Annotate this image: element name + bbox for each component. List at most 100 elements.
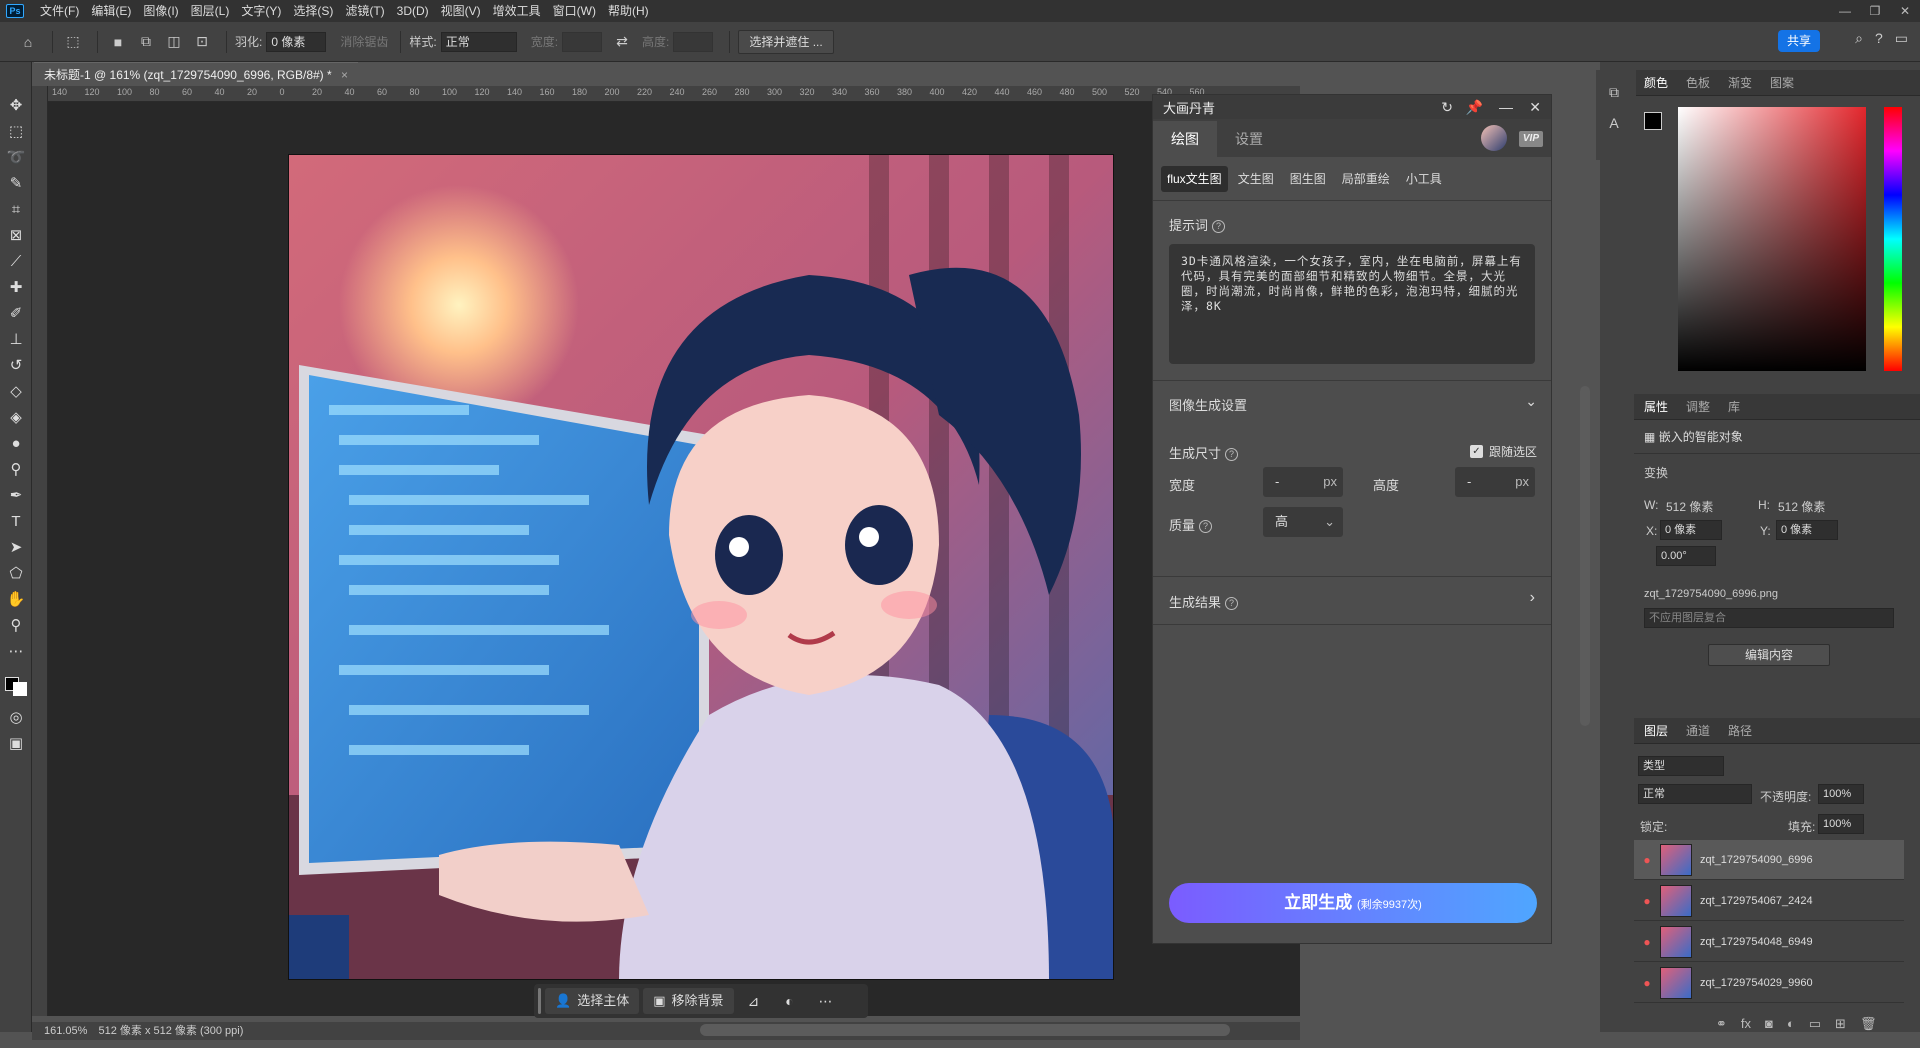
eye-icon[interactable]: ● [1634,922,1660,962]
width-input[interactable]: - px [1263,467,1343,497]
brush-tool-icon[interactable]: ✐ [0,300,32,326]
help-icon[interactable]: ? [1875,30,1883,47]
character-icon[interactable]: A [1596,115,1632,131]
vertical-scrollbar[interactable] [1580,386,1590,726]
close-icon[interactable]: ✕ [1890,0,1920,22]
eraser-tool-icon[interactable]: ◇ [0,378,32,404]
generate-button[interactable]: 立即生成 (剩余9937次) [1169,883,1537,923]
marquee-preset-icon[interactable]: ⬚ [61,30,85,54]
layer-row[interactable]: ● zqt_1729754067_2424 [1634,881,1904,921]
minimize-icon[interactable]: — [1830,0,1860,22]
workspace-icon[interactable]: ▭ [1895,30,1908,47]
menu-file[interactable]: 文件(F) [34,0,85,22]
tab-patterns[interactable]: 图案 [1770,74,1794,91]
subtab-text-to-image[interactable]: 文生图 [1232,166,1280,192]
eye-icon[interactable]: ● [1634,963,1660,1003]
restore-icon[interactable]: ❐ [1860,0,1890,22]
height-input[interactable]: - px [1455,467,1535,497]
screen-mode-icon[interactable]: ▣ [0,730,32,756]
x-input[interactable]: 0 像素 [1660,520,1722,540]
layer-row[interactable]: ● zqt_1729754048_6949 [1634,922,1904,962]
tab-swatches[interactable]: 色板 [1686,74,1710,91]
refresh-icon[interactable]: ↻ [1441,95,1453,119]
healing-tool-icon[interactable]: ✚ [0,274,32,300]
more-tools-icon[interactable]: ⋯ [0,638,32,664]
select-subject-button[interactable]: 👤 选择主体 [545,988,640,1014]
eyedropper-tool-icon[interactable]: ⟋ [0,248,32,274]
history-brush-icon[interactable]: ↺ [0,352,32,378]
fill-input[interactable]: 100% [1818,814,1864,834]
link-icon[interactable]: ⚭ [1716,1016,1727,1032]
tab-color[interactable]: 颜色 [1644,74,1668,91]
tab-channels[interactable]: 通道 [1686,722,1710,739]
paint-bucket-icon[interactable]: ◈ [0,404,32,430]
prompt-textarea[interactable]: 3D卡通风格渲染，一个女孩子，室内，坐在电脑前，屏幕上有代码，具有完美的面部细节… [1169,244,1535,364]
search-icon[interactable]: ⌕ [1855,30,1863,47]
style-select[interactable]: 正常 [440,31,517,52]
avatar[interactable] [1481,125,1507,151]
menu-filter[interactable]: 滤镜(T) [339,0,390,22]
hue-slider[interactable] [1884,107,1902,371]
feather-input[interactable]: 0 像素 [266,31,327,52]
menu-plugins[interactable]: 增效工具 [487,0,547,22]
new-selection-icon[interactable]: ■ [106,30,130,54]
quick-mask-icon[interactable]: ◎ [0,704,32,730]
subtab-image-to-image[interactable]: 图生图 [1284,166,1332,192]
tab-libraries[interactable]: 库 [1728,398,1740,415]
tab-adjustments[interactable]: 调整 [1686,398,1710,415]
minimize-icon[interactable]: — [1499,95,1513,119]
menu-edit[interactable]: 编辑(E) [85,0,137,22]
menu-select[interactable]: 选择(S) [287,0,339,22]
subtab-tools[interactable]: 小工具 [1400,166,1448,192]
help-icon[interactable]: ? [1199,520,1213,534]
layer-kind-filter[interactable]: 类型 [1638,756,1724,776]
close-icon[interactable]: ✕ [1529,95,1541,119]
quality-select[interactable]: 高 ⌄ [1263,507,1343,537]
blur-tool-icon[interactable]: ● [0,430,32,456]
document-tab[interactable]: 未标题-1 @ 161% (zqt_1729754090_6996, RGB/8… [34,62,359,86]
color-swatch-icon[interactable] [0,664,32,704]
marquee-tool-icon[interactable]: ⬚ [0,118,32,144]
menu-image[interactable]: 图像(I) [137,0,184,22]
opacity-input[interactable]: 100% [1818,784,1864,804]
subtract-selection-icon[interactable]: ◫ [162,30,186,54]
frame-tool-icon[interactable]: ⊠ [0,222,32,248]
pen-tool-icon[interactable]: ✒ [0,482,32,508]
menu-window[interactable]: 窗口(W) [547,0,602,22]
chevron-down-icon[interactable]: ⌄ [1525,393,1537,410]
color-picker-field[interactable] [1678,107,1866,371]
crop-tool-icon[interactable]: ⌗ [0,196,32,222]
shape-tool-icon[interactable]: ⬠ [0,560,32,586]
menu-type[interactable]: 文字(Y) [235,0,287,22]
height-input[interactable] [673,31,714,52]
width-input[interactable] [562,31,603,52]
menu-help[interactable]: 帮助(H) [602,0,655,22]
tab-gradients[interactable]: 渐变 [1728,74,1752,91]
help-icon[interactable]: ? [1225,597,1239,611]
antialias-checkbox[interactable]: 消除锯齿 [340,33,388,50]
share-button[interactable]: 共享 [1778,30,1820,52]
menu-3d[interactable]: 3D(D) [391,0,435,22]
blend-mode-select[interactable]: 正常 [1638,784,1752,804]
drag-handle[interactable] [538,988,541,1014]
type-tool-icon[interactable]: T [0,508,32,534]
help-icon[interactable]: ? [1212,220,1226,234]
angle-input[interactable]: 0.00° [1656,546,1716,566]
zoom-tool-icon[interactable]: ⚲ [0,612,32,638]
results-section[interactable]: 生成结果? › [1153,577,1551,625]
adjustment-layer-icon[interactable]: ◐ [1787,1016,1795,1032]
close-tab-icon[interactable]: × [341,68,348,82]
remove-background-button[interactable]: ▣ 移除背景 [643,988,734,1014]
layer-comp-select[interactable]: 不应用图层复合 [1644,608,1894,628]
edit-contents-button[interactable]: 编辑内容 [1708,644,1830,666]
subtab-inpaint[interactable]: 局部重绘 [1336,166,1396,192]
horizontal-scrollbar[interactable] [700,1024,1230,1036]
adjustment-icon[interactable]: ◐ [774,993,806,1009]
intersect-selection-icon[interactable]: ⊡ [190,30,214,54]
eye-icon[interactable]: ● [1634,881,1660,921]
mask-icon[interactable]: ◙ [1765,1016,1773,1032]
lasso-tool-icon[interactable]: ➰ [0,144,32,170]
tab-properties[interactable]: 属性 [1644,398,1668,415]
add-selection-icon[interactable]: ⧉ [134,30,158,54]
group-icon[interactable]: ▭ [1809,1016,1821,1032]
